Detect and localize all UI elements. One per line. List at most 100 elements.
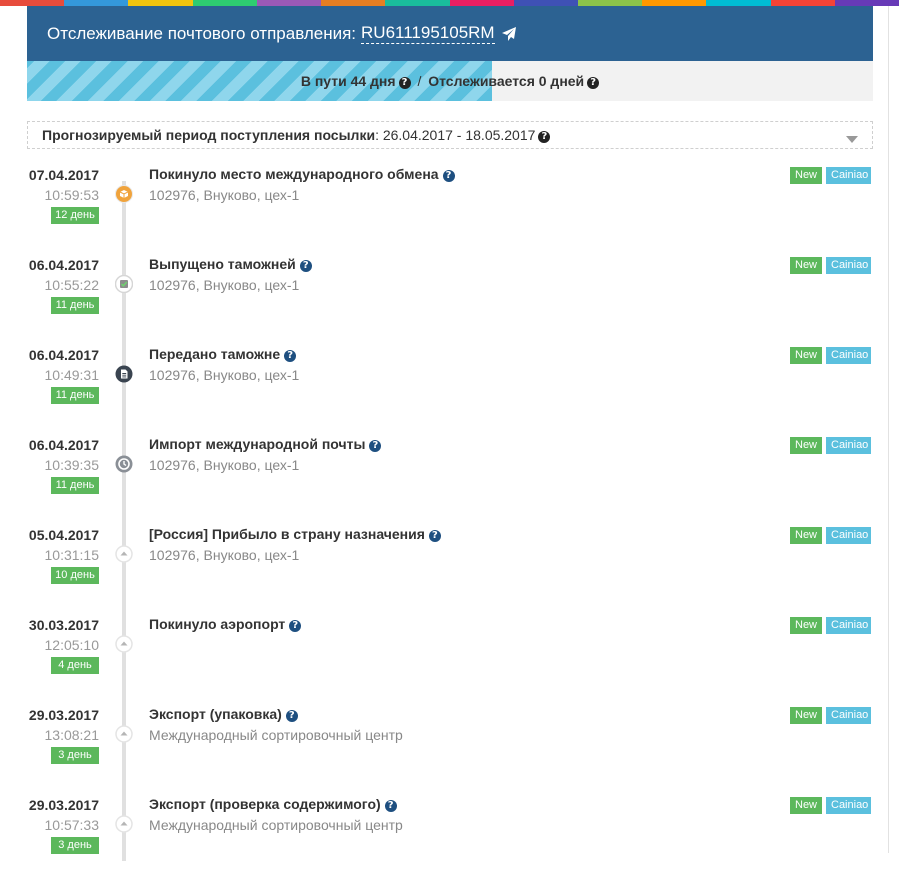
caret-down-icon[interactable] xyxy=(846,136,858,143)
question-circle-icon[interactable]: ? xyxy=(428,530,441,542)
paper-plane-icon[interactable] xyxy=(501,26,517,42)
event-status-text: Передано таможне xyxy=(149,346,281,362)
question-circle-icon[interactable]: ? xyxy=(384,800,397,812)
timeline-event: 29.03.2017 10:57:33 3 день Экспорт (пров… xyxy=(0,781,899,871)
event-day-badge: 11 день xyxy=(51,477,99,494)
event-badges: New Cainiao xyxy=(790,527,871,544)
event-status: Экспорт (упаковка)? xyxy=(149,706,298,722)
event-location: 102976, Внуково, цех-1 xyxy=(149,277,300,293)
transit-progress-bar: В пути 44 дня? / Отслеживается 0 дней? xyxy=(27,61,873,101)
event-status: Передано таможне? xyxy=(149,346,297,362)
event-day-badge: 11 день xyxy=(51,387,99,404)
event-day-badge: 11 день xyxy=(51,297,99,314)
event-status-text: Экспорт (упаковка) xyxy=(149,706,282,722)
new-badge: New xyxy=(790,257,822,274)
event-status: Выпущено таможней? xyxy=(149,256,312,272)
question-circle-icon[interactable]: ? xyxy=(538,131,551,143)
question-circle-icon[interactable]: ? xyxy=(299,260,312,272)
event-status: Экспорт (проверка содержимого)? xyxy=(149,796,397,812)
new-badge: New xyxy=(790,617,822,634)
event-badges: New Cainiao xyxy=(790,707,871,724)
event-day-badge: 12 день xyxy=(51,207,99,224)
document-icon xyxy=(115,365,133,383)
source-badge[interactable]: Cainiao xyxy=(826,617,871,634)
question-circle-icon[interactable]: ? xyxy=(442,170,455,182)
event-time: 10:57:33 xyxy=(44,817,100,833)
source-badge[interactable]: Cainiao xyxy=(826,257,871,274)
event-date: 07.04.2017 xyxy=(28,167,99,183)
tracking-timeline: 07.04.2017 10:59:53 12 день Покинуло мес… xyxy=(0,151,899,861)
forecast-panel[interactable]: Прогнозируемый период поступления посылк… xyxy=(27,121,873,149)
event-badges: New Cainiao xyxy=(790,797,871,814)
event-location: 102976, Внуково, цех-1 xyxy=(149,367,300,383)
event-badges: New Cainiao xyxy=(790,347,871,364)
source-badge[interactable]: Cainiao xyxy=(826,347,871,364)
forecast-value: : 26.04.2017 - 18.05.2017 xyxy=(375,127,536,143)
question-circle-icon[interactable]: ? xyxy=(285,710,298,722)
event-time: 10:31:15 xyxy=(44,547,100,563)
event-location: 102976, Внуково, цех-1 xyxy=(149,187,300,203)
question-circle-icon[interactable]: ? xyxy=(587,77,600,89)
track-number-link[interactable]: RU611195105RM xyxy=(361,23,495,44)
new-badge: New xyxy=(790,527,822,544)
event-day-badge: 10 день xyxy=(51,567,99,584)
event-date: 05.04.2017 xyxy=(28,527,99,543)
event-date: 30.03.2017 xyxy=(28,617,99,633)
question-circle-icon[interactable]: ? xyxy=(289,620,302,632)
event-time: 12:05:10 xyxy=(44,637,100,653)
question-circle-icon[interactable]: ? xyxy=(284,350,297,362)
timeline-event: 06.04.2017 10:55:22 11 день Выпущено там… xyxy=(0,241,899,331)
event-location: 102976, Внуково, цех-1 xyxy=(149,457,300,473)
event-status-text: Импорт международной почты xyxy=(149,436,366,452)
event-time: 10:55:22 xyxy=(44,277,100,293)
timeline-event: 29.03.2017 13:08:21 3 день Экспорт (упак… xyxy=(0,691,899,781)
event-location: Международный сортировочный центр xyxy=(149,817,403,833)
source-badge[interactable]: Cainiao xyxy=(826,527,871,544)
clock-icon xyxy=(115,455,133,473)
event-location: 102976, Внуково, цех-1 xyxy=(149,547,300,563)
timeline-event: 06.04.2017 10:39:35 11 день Импорт между… xyxy=(0,421,899,511)
source-badge[interactable]: Cainiao xyxy=(826,797,871,814)
source-badge[interactable]: Cainiao xyxy=(826,437,871,454)
event-day-badge: 3 день xyxy=(51,837,99,854)
event-status-text: [Россия] Прибыло в страну назначения xyxy=(149,526,425,542)
header-title: Отслеживание почтового отправления: xyxy=(47,23,357,43)
event-status: [Россия] Прибыло в страну назначения? xyxy=(149,526,441,542)
event-day-badge: 3 день xyxy=(51,747,99,764)
event-date: 06.04.2017 xyxy=(28,437,99,453)
new-badge: New xyxy=(790,707,822,724)
event-day-badge: 4 день xyxy=(51,657,99,674)
event-status: Покинуло место международного обмена? xyxy=(149,166,455,182)
event-status-text: Выпущено таможней xyxy=(149,256,296,272)
event-date: 29.03.2017 xyxy=(28,797,99,813)
source-badge[interactable]: Cainiao xyxy=(826,167,871,184)
timeline-event: 06.04.2017 10:49:31 11 день Передано там… xyxy=(0,331,899,421)
event-status-text: Покинуло аэропорт xyxy=(149,616,286,632)
progress-separator: / xyxy=(417,73,422,89)
source-badge[interactable]: Cainiao xyxy=(826,707,871,724)
event-time: 13:08:21 xyxy=(44,727,100,743)
new-badge: New xyxy=(790,347,822,364)
triangle-up-icon xyxy=(115,725,133,743)
event-date: 29.03.2017 xyxy=(28,707,99,723)
progress-label: В пути 44 дня? / Отслеживается 0 дней? xyxy=(27,61,873,101)
question-circle-icon[interactable]: ? xyxy=(369,440,382,452)
event-status-text: Покинуло место международного обмена xyxy=(149,166,439,182)
event-date: 06.04.2017 xyxy=(28,347,99,363)
event-time: 10:59:53 xyxy=(44,187,100,203)
new-badge: New xyxy=(790,797,822,814)
triangle-up-icon xyxy=(115,635,133,653)
timeline-event: 30.03.2017 12:05:10 4 день Покинуло аэро… xyxy=(0,601,899,691)
box-icon xyxy=(115,185,133,203)
event-date: 06.04.2017 xyxy=(28,257,99,273)
question-circle-icon[interactable]: ? xyxy=(398,77,411,89)
event-time: 10:49:31 xyxy=(44,367,100,383)
tracked-text: Отслеживается 0 дней xyxy=(428,73,585,89)
in-transit-text: В пути 44 дня xyxy=(300,73,396,89)
event-location: Международный сортировочный центр xyxy=(149,727,403,743)
event-status: Покинуло аэропорт? xyxy=(149,616,302,632)
event-badges: New Cainiao xyxy=(790,167,871,184)
event-badges: New Cainiao xyxy=(790,257,871,274)
timeline-event: 07.04.2017 10:59:53 12 день Покинуло мес… xyxy=(0,151,899,241)
check-icon xyxy=(115,275,133,293)
